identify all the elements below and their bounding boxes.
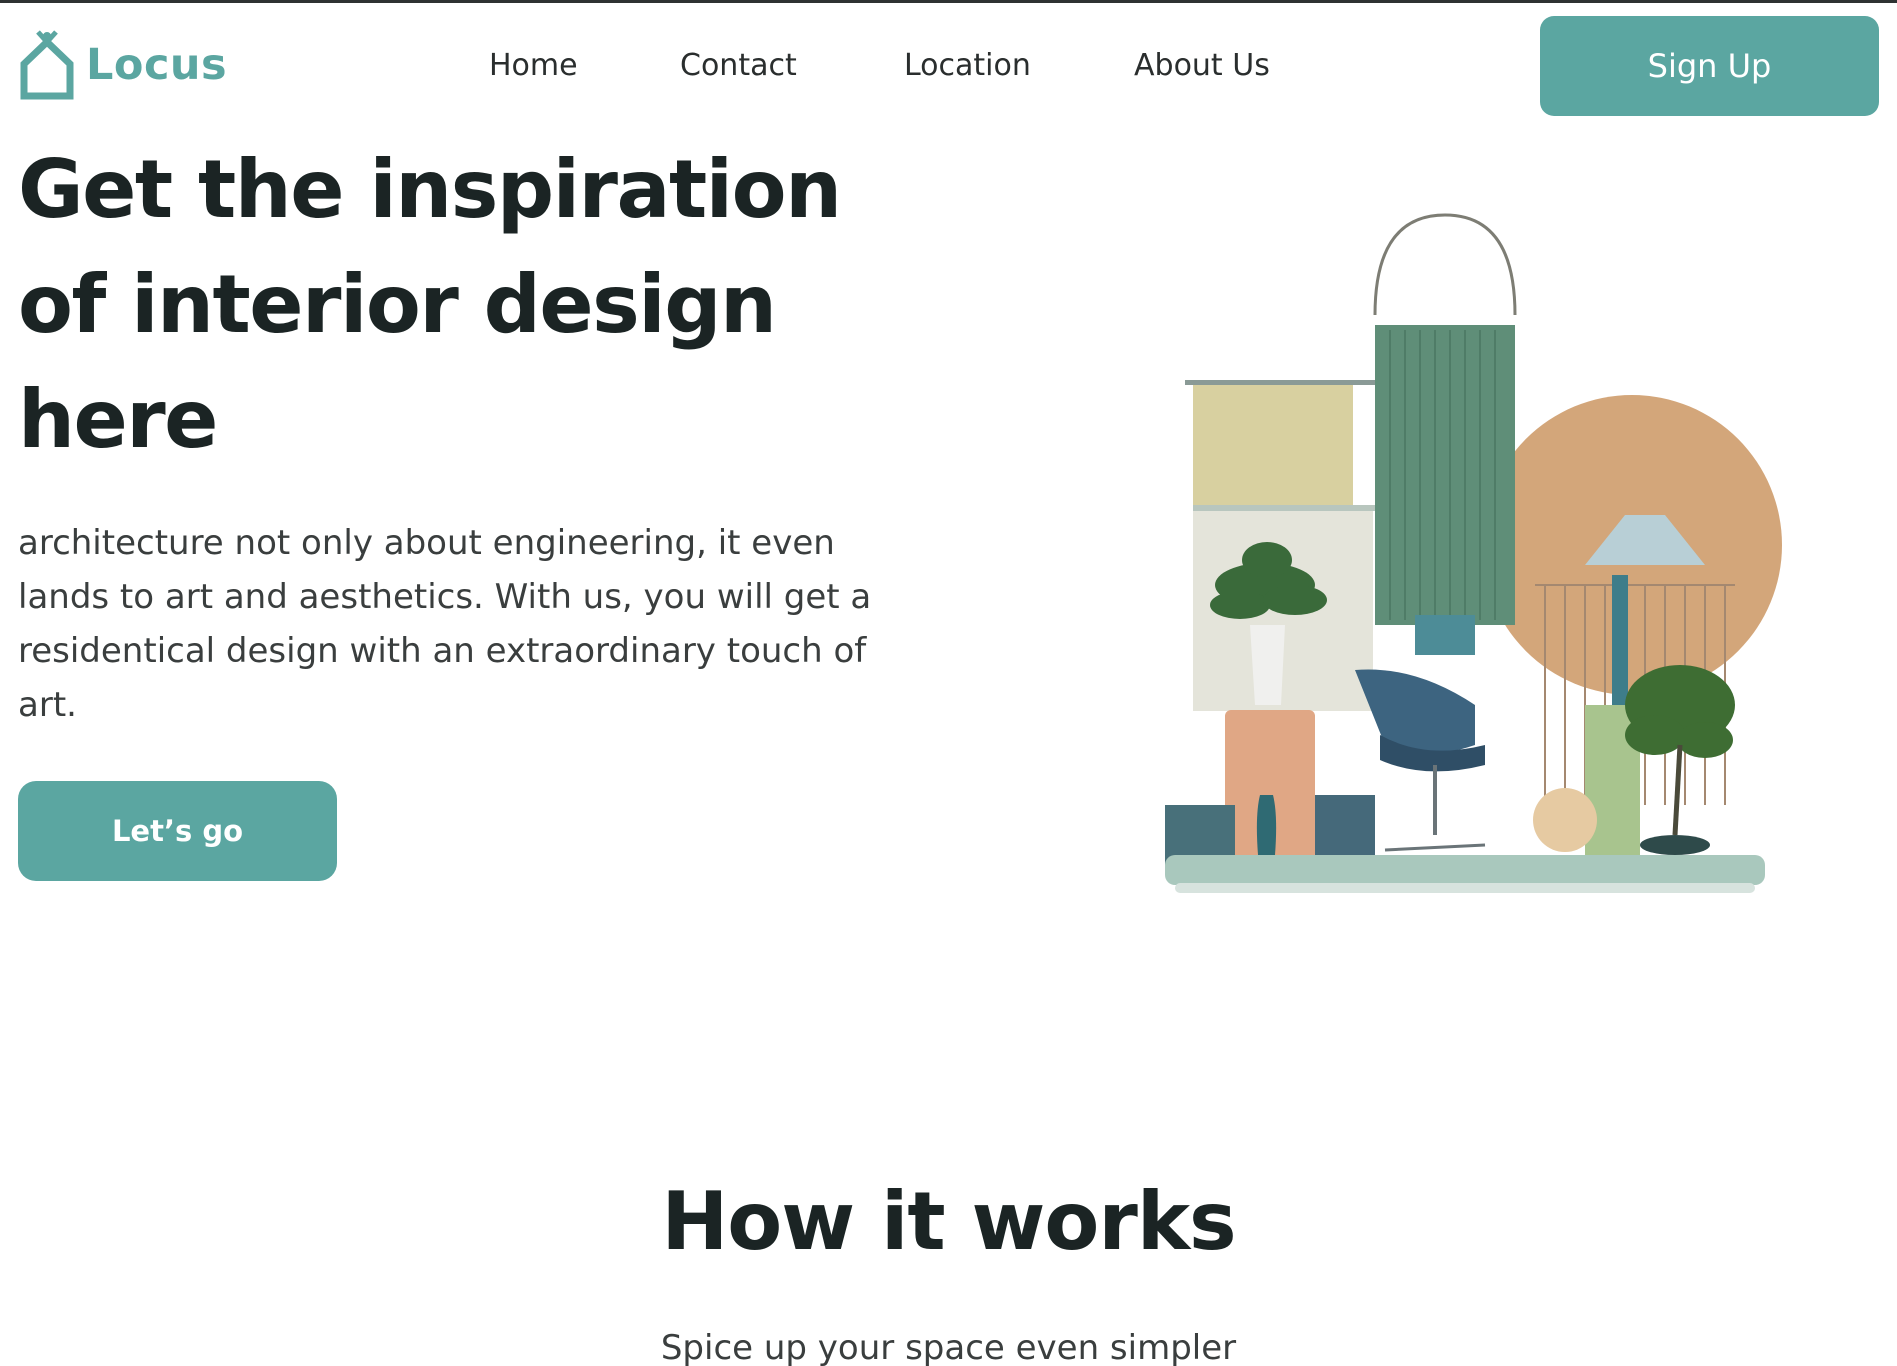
nav-contact[interactable]: Contact [680, 48, 797, 83]
lets-go-button[interactable]: Let’s go [18, 781, 337, 881]
nav-home[interactable]: Home [489, 48, 578, 83]
nav-location[interactable]: Location [904, 48, 1031, 83]
hero-title: Get the inspiration of interior design h… [18, 143, 842, 466]
nav-about-us[interactable]: About Us [1134, 48, 1270, 83]
top-border [0, 0, 1897, 3]
how-it-works-subtitle: Spice up your space even simpler [660, 1328, 1237, 1366]
hero-description: architecture not only about engineering,… [18, 523, 872, 725]
interior-design-illustration [1165, 213, 1782, 893]
how-it-works-title: How it works [661, 1175, 1236, 1268]
sign-up-button[interactable]: Sign Up [1540, 16, 1879, 116]
